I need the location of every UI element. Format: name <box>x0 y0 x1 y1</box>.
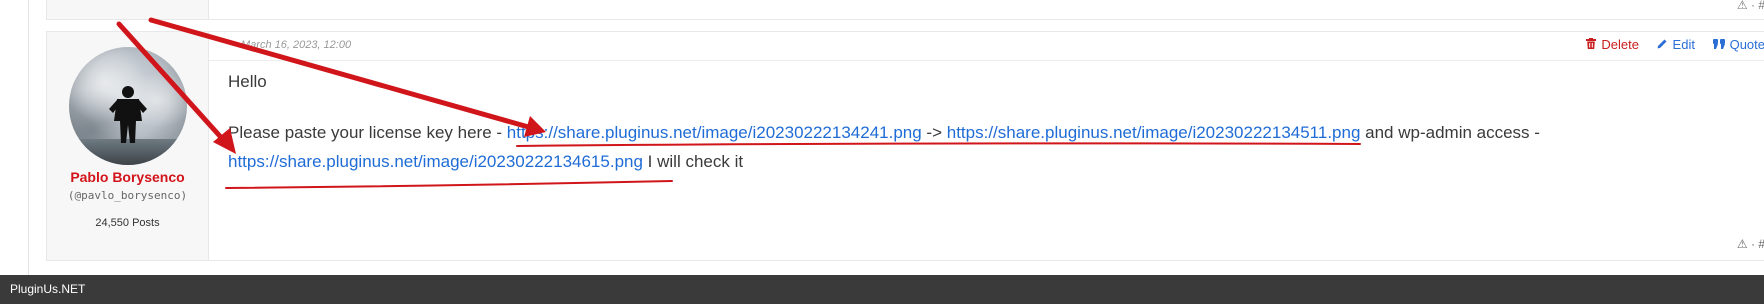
post-header: March 16, 2023, 12:00 Delete Edit Quote <box>209 32 1764 61</box>
page-border-line <box>28 0 29 275</box>
quote-button[interactable]: Quote <box>1712 37 1764 52</box>
message-text-middle: and wp-admin access - <box>1360 123 1540 142</box>
post-content: Hello Please paste your license key here… <box>228 67 1725 176</box>
link-screenshot-3[interactable]: https://share.pluginus.net/image/i202302… <box>228 152 643 171</box>
message-paragraph: Please paste your license key here - htt… <box>228 118 1725 176</box>
edit-button[interactable]: Edit <box>1657 37 1695 52</box>
person-silhouette-icon <box>109 86 147 143</box>
delete-button[interactable]: Delete <box>1586 37 1639 52</box>
trash-icon <box>1586 38 1597 52</box>
delete-label: Delete <box>1601 37 1639 52</box>
link-screenshot-1[interactable]: https://share.pluginus.net/image/i202302… <box>507 123 922 142</box>
quote-label: Quote <box>1729 37 1764 52</box>
author-post-count: 24,550 Posts <box>95 217 160 229</box>
arrow-text: -> <box>921 123 947 142</box>
footer-bar: PluginUs.NET <box>0 275 1764 304</box>
footer-brand[interactable]: PluginUs.NET <box>10 282 85 296</box>
link-screenshot-2[interactable]: https://share.pluginus.net/image/i202302… <box>947 123 1361 142</box>
previous-post: ⚠ · # <box>46 0 1764 20</box>
avatar[interactable] <box>69 47 187 165</box>
post-actions: Delete Edit Quote <box>1572 37 1764 52</box>
quote-icon <box>1712 38 1725 52</box>
previous-post-footer-icons[interactable]: ⚠ · # <box>1737 0 1764 12</box>
pencil-icon <box>1657 38 1668 52</box>
message-text-start: Please paste your license key here - <box>228 123 507 142</box>
greeting-text: Hello <box>228 72 267 91</box>
post-footer-icons[interactable]: ⚠ · # <box>1737 237 1764 251</box>
message-text-end: I will check it <box>642 152 744 171</box>
author-name[interactable]: Pablo Borysenco <box>47 169 208 185</box>
edit-label: Edit <box>1672 37 1695 52</box>
post-date: March 16, 2023, 12:00 <box>241 39 352 51</box>
previous-post-author-column <box>47 0 209 19</box>
author-handle: (@pavlo_borysenco) <box>67 189 188 202</box>
author-column: Pablo Borysenco (@pavlo_borysenco) 24,55… <box>47 32 209 260</box>
forum-post: Pablo Borysenco (@pavlo_borysenco) 24,55… <box>46 31 1764 261</box>
